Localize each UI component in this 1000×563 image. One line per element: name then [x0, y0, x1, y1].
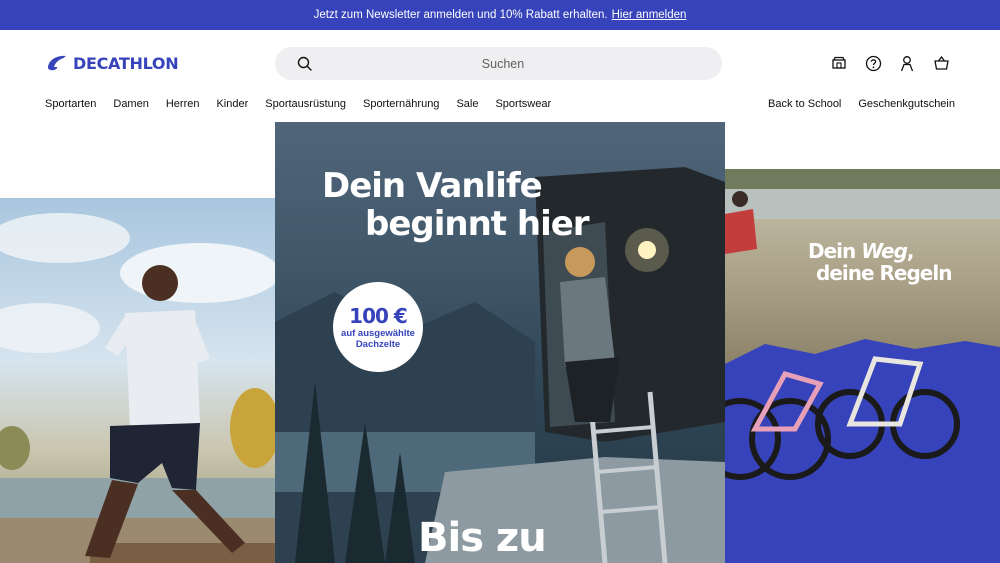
badge-line1: auf ausgewählte	[341, 327, 415, 339]
search-input[interactable]	[313, 56, 693, 71]
cycling-headline-line2: deine Regeln	[816, 261, 952, 285]
cycling-headline-part2: ,	[906, 239, 915, 263]
cycling-headline-part1: Dein	[808, 239, 862, 263]
nav-item-gift-card[interactable]: Geschenkgutschein	[858, 98, 955, 110]
nav-item-sportswear[interactable]: Sportswear	[495, 98, 551, 110]
nav-item-sporternaehrung[interactable]: Sporternährung	[363, 98, 439, 110]
cycling-headline: Dein Weg,	[808, 241, 914, 262]
store-icon[interactable]	[830, 54, 848, 72]
vanlife-bottom-text: Bis zu	[418, 515, 547, 561]
nav-item-kinder[interactable]: Kinder	[216, 98, 248, 110]
badge-price: 100 €	[349, 303, 408, 328]
price-badge: 100 € auf ausgewählte Dachzelte	[333, 282, 423, 372]
decathlon-logo[interactable]: DECATHLON	[45, 52, 179, 74]
logo-icon	[48, 55, 66, 71]
hero-vanlife-banner[interactable]: Dein Vanlife beginnt hier 100 € auf ausg…	[275, 122, 725, 563]
vanlife-headline-line1: Dein Vanlife	[322, 166, 543, 206]
search-bar[interactable]	[275, 47, 722, 80]
secondary-nav: Back to School Geschenkgutschein	[768, 98, 955, 110]
nav-item-back-to-school[interactable]: Back to School	[768, 98, 841, 110]
hero-cycling-banner[interactable]: Dein Weg, deine Regeln	[725, 169, 1000, 563]
nav-item-damen[interactable]: Damen	[113, 98, 148, 110]
account-icon[interactable]	[898, 54, 916, 72]
badge-line2: Dachzelte	[355, 339, 401, 350]
cycling-photo	[725, 169, 1000, 563]
logo-text: DECATHLON	[73, 53, 179, 73]
main-nav: Sportarten Damen Herren Kinder Sportausr…	[45, 98, 551, 110]
nav-item-sale[interactable]: Sale	[456, 98, 478, 110]
header-icons	[830, 54, 950, 72]
nav-item-herren[interactable]: Herren	[166, 98, 200, 110]
newsletter-signup-link[interactable]: Hier anmelden	[612, 9, 687, 21]
vanlife-headline-line2: beginnt hier	[365, 204, 590, 244]
promo-banner: Jetzt zum Newsletter anmelden und 10% Ra…	[0, 0, 1000, 30]
cycling-headline-italic: Weg	[861, 239, 908, 263]
nav-item-sportausruestung[interactable]: Sportausrüstung	[265, 98, 346, 110]
hero-running-banner[interactable]	[0, 198, 275, 563]
help-icon[interactable]	[864, 54, 882, 72]
search-icon	[297, 56, 312, 71]
promo-text: Jetzt zum Newsletter anmelden und 10% Ra…	[313, 9, 608, 21]
runner-photo	[0, 213, 275, 563]
nav-item-sportarten[interactable]: Sportarten	[45, 98, 96, 110]
cart-icon[interactable]	[932, 54, 950, 72]
